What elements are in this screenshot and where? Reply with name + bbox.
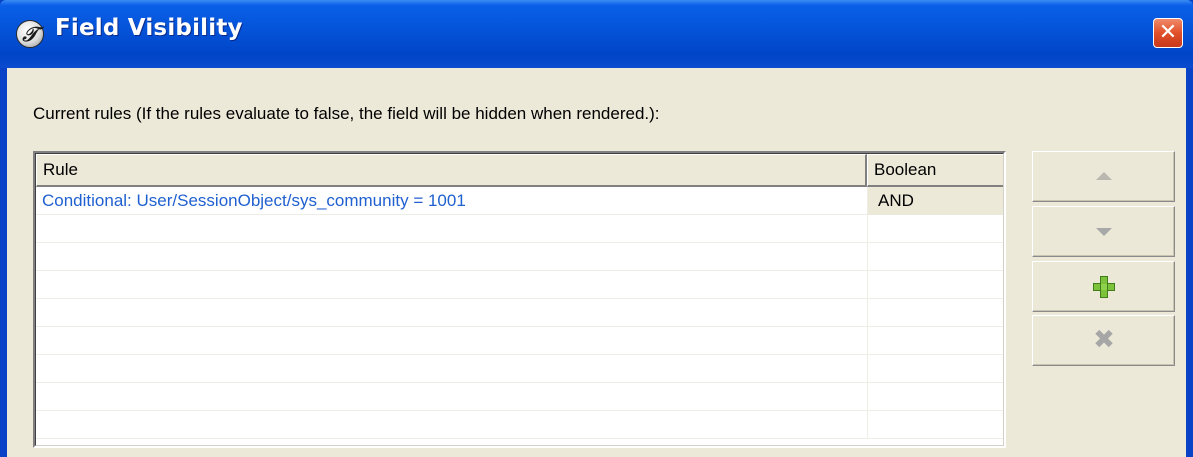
table-row[interactable] bbox=[36, 271, 1003, 299]
boolean-cell[interactable] bbox=[867, 383, 1003, 411]
delete-rule-button[interactable]: ✖ bbox=[1032, 315, 1175, 366]
table-row[interactable]: Conditional: User/SessionObject/sys_comm… bbox=[36, 187, 1003, 215]
rule-cell[interactable] bbox=[36, 215, 867, 243]
triangle-up-icon bbox=[1096, 172, 1112, 180]
table-row[interactable] bbox=[36, 327, 1003, 355]
title-bar[interactable]: 𝒯 Field Visibility ✕ bbox=[0, 0, 1193, 68]
rule-cell[interactable] bbox=[36, 327, 867, 355]
table-row[interactable] bbox=[36, 215, 1003, 243]
table-row[interactable] bbox=[36, 243, 1003, 271]
boolean-cell[interactable] bbox=[867, 215, 1003, 243]
move-up-button[interactable] bbox=[1032, 151, 1175, 202]
table-row[interactable] bbox=[36, 411, 1003, 439]
rules-label: Current rules (If the rules evaluate to … bbox=[33, 104, 660, 123]
x-icon: ✖ bbox=[1093, 325, 1115, 355]
rules-table: Rule Boolean Conditional: User/SessionOb… bbox=[33, 151, 1006, 448]
boolean-cell[interactable] bbox=[867, 411, 1003, 439]
triangle-down-icon bbox=[1096, 228, 1112, 236]
rule-cell[interactable] bbox=[36, 383, 867, 411]
boolean-cell[interactable]: AND bbox=[867, 187, 1003, 215]
boolean-cell[interactable] bbox=[867, 299, 1003, 327]
rule-cell[interactable] bbox=[36, 271, 867, 299]
table-row[interactable] bbox=[36, 355, 1003, 383]
add-rule-button[interactable] bbox=[1032, 261, 1175, 312]
table-row[interactable] bbox=[36, 299, 1003, 327]
column-header-boolean[interactable]: Boolean bbox=[867, 154, 1003, 187]
boolean-cell[interactable] bbox=[867, 355, 1003, 383]
move-down-button[interactable] bbox=[1032, 206, 1175, 257]
rule-cell[interactable] bbox=[36, 411, 867, 439]
column-header-rule[interactable]: Rule bbox=[36, 154, 867, 187]
close-button[interactable]: ✕ bbox=[1153, 18, 1183, 48]
table-header: Rule Boolean bbox=[36, 154, 1003, 187]
app-logo-icon: 𝒯 bbox=[16, 20, 44, 48]
table-row[interactable] bbox=[36, 383, 1003, 411]
table-body: Conditional: User/SessionObject/sys_comm… bbox=[36, 187, 1003, 439]
rule-cell[interactable]: Conditional: User/SessionObject/sys_comm… bbox=[36, 187, 867, 215]
plus-icon bbox=[1093, 276, 1115, 298]
boolean-cell[interactable] bbox=[867, 327, 1003, 355]
boolean-cell[interactable] bbox=[867, 243, 1003, 271]
boolean-cell[interactable] bbox=[867, 271, 1003, 299]
rule-cell[interactable] bbox=[36, 243, 867, 271]
rule-cell[interactable] bbox=[36, 299, 867, 327]
rule-cell[interactable] bbox=[36, 355, 867, 383]
window-title: Field Visibility bbox=[55, 15, 243, 41]
